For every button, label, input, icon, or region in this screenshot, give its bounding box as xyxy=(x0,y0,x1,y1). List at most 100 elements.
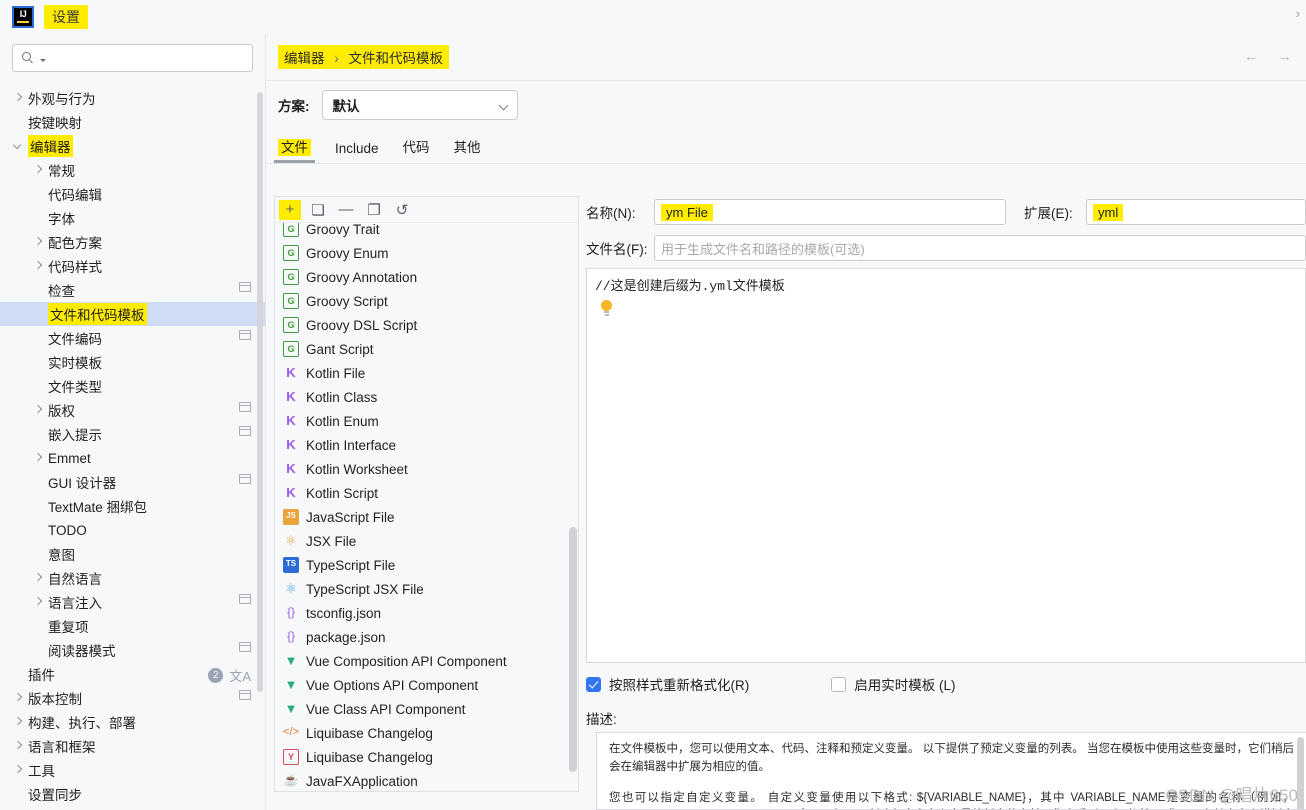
chevron-right-icon[interactable] xyxy=(30,570,46,586)
sidebar-item[interactable]: 文件和代码模板 xyxy=(0,302,265,326)
list-item[interactable]: K Kotlin File xyxy=(275,361,578,385)
scheme-select[interactable]: 默认 xyxy=(321,90,518,120)
list-item[interactable]: G Groovy Annotation xyxy=(275,265,578,289)
add-button[interactable]: + xyxy=(279,199,301,220)
template-list-scrollbar[interactable] xyxy=(569,527,577,772)
sidebar-item[interactable]: 按键映射 xyxy=(0,110,265,134)
list-item[interactable]: ▼ Vue Options API Component xyxy=(275,673,578,697)
live-template-checkbox[interactable] xyxy=(831,676,847,692)
sidebar-item[interactable]: 自然语言 xyxy=(0,566,265,590)
copy-template-button[interactable]: ❏ xyxy=(307,200,329,220)
chevron-down-icon[interactable] xyxy=(10,138,26,154)
sidebar-item[interactable]: 嵌入提示 xyxy=(0,422,265,446)
sidebar-item[interactable]: 外观与行为 xyxy=(0,86,265,110)
sidebar-item[interactable]: 构建、执行、部署 xyxy=(0,710,265,734)
sidebar-item[interactable]: TextMate 捆绑包 xyxy=(0,494,265,518)
back-arrow-icon[interactable]: ← xyxy=(1244,48,1259,65)
remove-button[interactable]: — xyxy=(335,200,357,220)
sidebar-item[interactable]: 实时模板 xyxy=(0,350,265,374)
sidebar-item[interactable]: 配色方案 xyxy=(0,230,265,254)
template-list-toolbar[interactable]: + ❏ — ❐ ↺ xyxy=(275,197,578,223)
list-item[interactable]: K Kotlin Enum xyxy=(275,409,578,433)
list-item[interactable]: ⚛ JSX File xyxy=(275,529,578,553)
sidebar-item[interactable]: 文件编码 xyxy=(0,326,265,350)
list-item[interactable]: JS JavaScript File xyxy=(275,505,578,529)
template-editor[interactable]: //这是创建后缀为.yml文件模板 xyxy=(586,268,1306,663)
sidebar-item[interactable]: 版权 xyxy=(0,398,265,422)
list-item[interactable]: G Gant Script xyxy=(275,337,578,361)
sidebar-item[interactable]: 意图 xyxy=(0,542,265,566)
sidebar-item[interactable]: 阅读器模式 xyxy=(0,638,265,662)
chevron-right-icon[interactable] xyxy=(30,402,46,418)
sidebar-item[interactable]: 语言注入 xyxy=(0,590,265,614)
chevron-right-icon[interactable] xyxy=(30,258,46,274)
name-input[interactable]: ym File xyxy=(654,199,1006,225)
settings-tree[interactable]: 外观与行为 按键映射 编辑器 常规 代码编辑 字体 配色方案 代码样式 检查 文件和代码模板 文件编… xyxy=(0,82,265,810)
sidebar-item[interactable]: 设置同步 xyxy=(0,782,265,806)
sidebar-item[interactable]: 代码编辑 xyxy=(0,182,265,206)
tab-1[interactable]: 文件 xyxy=(274,136,315,163)
sidebar-item[interactable]: 插件 2 文A xyxy=(0,662,265,686)
lightbulb-icon[interactable] xyxy=(601,300,612,316)
sidebar-item[interactable]: 检查 xyxy=(0,278,265,302)
tab-3[interactable]: 代码 xyxy=(403,136,430,163)
list-item[interactable]: </> Liquibase Changelog xyxy=(275,721,578,745)
tab-4[interactable]: 其他 xyxy=(454,136,481,163)
expand-chevron-icon[interactable]: › xyxy=(1296,6,1300,21)
list-item[interactable]: ☕ JavaFXApplication xyxy=(275,769,578,791)
list-item[interactable]: {} tsconfig.json xyxy=(275,601,578,625)
list-item[interactable]: K Kotlin Worksheet xyxy=(275,457,578,481)
reformat-checkbox-row[interactable]: 按照样式重新格式化(R) xyxy=(586,674,749,694)
list-item[interactable]: G Groovy Enum xyxy=(275,241,578,265)
sidebar-item[interactable]: TODO xyxy=(0,518,265,542)
list-item[interactable]: TS TypeScript File xyxy=(275,553,578,577)
chevron-right-icon[interactable] xyxy=(10,738,26,754)
sidebar-item[interactable]: 版本控制 xyxy=(0,686,265,710)
filename-input[interactable]: 用于生成文件名和路径的模板(可选) xyxy=(654,235,1306,261)
sidebar-item[interactable]: 代码样式 xyxy=(0,254,265,278)
sidebar-item[interactable]: 重复项 xyxy=(0,614,265,638)
list-item[interactable]: ▼ Vue Composition API Component xyxy=(275,649,578,673)
list-item[interactable]: G Groovy Trait xyxy=(275,223,578,241)
list-item[interactable]: ⚛ TypeScript JSX File xyxy=(275,577,578,601)
sidebar-item[interactable]: 常规 xyxy=(0,158,265,182)
chevron-right-icon[interactable] xyxy=(10,90,26,106)
forward-arrow-icon[interactable]: → xyxy=(1277,48,1292,65)
live-template-checkbox-row[interactable]: 启用实时模板 (L) xyxy=(831,674,956,694)
tab-2[interactable]: Include xyxy=(335,141,379,163)
chevron-right-icon[interactable] xyxy=(10,762,26,778)
chevron-right-icon[interactable] xyxy=(30,594,46,610)
chevron-right-icon[interactable] xyxy=(10,714,26,730)
list-item[interactable]: ▼ Vue Class API Component xyxy=(275,697,578,721)
sidebar-item[interactable]: 字体 xyxy=(0,206,265,230)
description-scrollbar[interactable] xyxy=(1297,737,1304,809)
duplicate-button[interactable]: ❐ xyxy=(363,200,385,220)
list-item[interactable]: {} package.json xyxy=(275,625,578,649)
list-item[interactable]: K Kotlin Interface xyxy=(275,433,578,457)
reformat-checkbox[interactable] xyxy=(586,676,601,692)
template-tabs[interactable]: 文件 Include 代码 其他 xyxy=(266,129,1306,163)
sidebar-item[interactable]: Emmet xyxy=(0,446,265,470)
sidebar-item[interactable]: 文件类型 xyxy=(0,374,265,398)
list-item[interactable]: G Groovy Script xyxy=(275,289,578,313)
file-type-icon: ▼ xyxy=(284,701,298,716)
sidebar-item[interactable]: 语言和框架 xyxy=(0,734,265,758)
chevron-right-icon[interactable] xyxy=(30,450,46,466)
sidebar-item[interactable]: GUI 设计器 xyxy=(0,470,265,494)
chevron-right-icon[interactable] xyxy=(30,234,46,250)
search-input[interactable] xyxy=(46,49,244,67)
search-box[interactable] xyxy=(12,44,253,72)
list-item[interactable]: K Kotlin Script xyxy=(275,481,578,505)
reset-button[interactable]: ↺ xyxy=(391,200,413,220)
extension-input[interactable]: yml xyxy=(1086,199,1306,225)
sidebar-item[interactable]: 工具 xyxy=(0,758,265,782)
chevron-right-icon[interactable] xyxy=(10,690,26,706)
list-item[interactable]: Y Liquibase Changelog xyxy=(275,745,578,769)
chevron-right-icon[interactable] xyxy=(30,162,46,178)
sidebar-item[interactable]: 编辑器 xyxy=(0,134,265,158)
list-item[interactable]: G Groovy DSL Script xyxy=(275,313,578,337)
sidebar-scrollbar[interactable] xyxy=(257,92,263,692)
breadcrumb-parent[interactable]: 编辑器 xyxy=(284,51,325,66)
template-list[interactable]: G Groovy Trait G Groovy Enum G Groovy Annotat… xyxy=(275,223,578,791)
list-item[interactable]: K Kotlin Class xyxy=(275,385,578,409)
